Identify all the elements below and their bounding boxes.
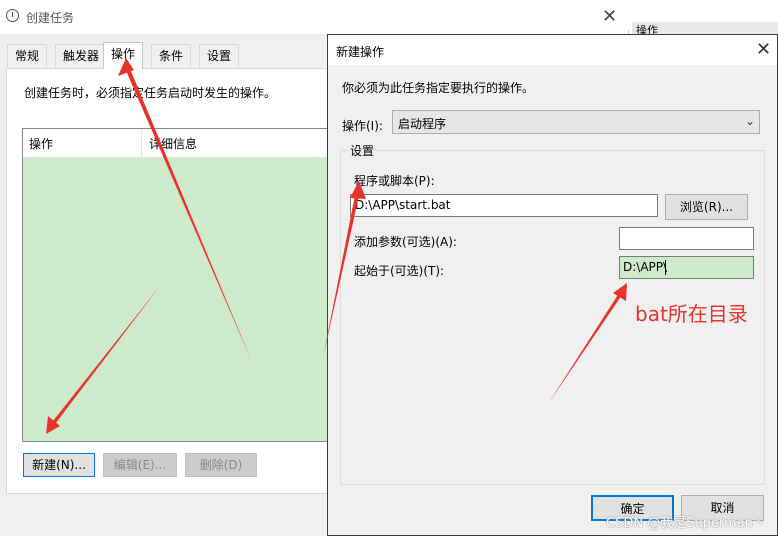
watermark: CSDN @我是Superman丶	[606, 516, 766, 531]
arrow-to-new-button	[49, 286, 160, 428]
annotation-arrows	[46, 58, 627, 434]
arrow-to-actions-tab	[124, 64, 252, 362]
arrow-to-program-input	[323, 190, 360, 358]
arrowhead-start-in-input	[613, 283, 627, 301]
arrowhead-program-input	[350, 181, 366, 199]
arrow-to-start-in-input	[548, 290, 624, 404]
annotation-label: bat所在目录	[635, 302, 748, 326]
